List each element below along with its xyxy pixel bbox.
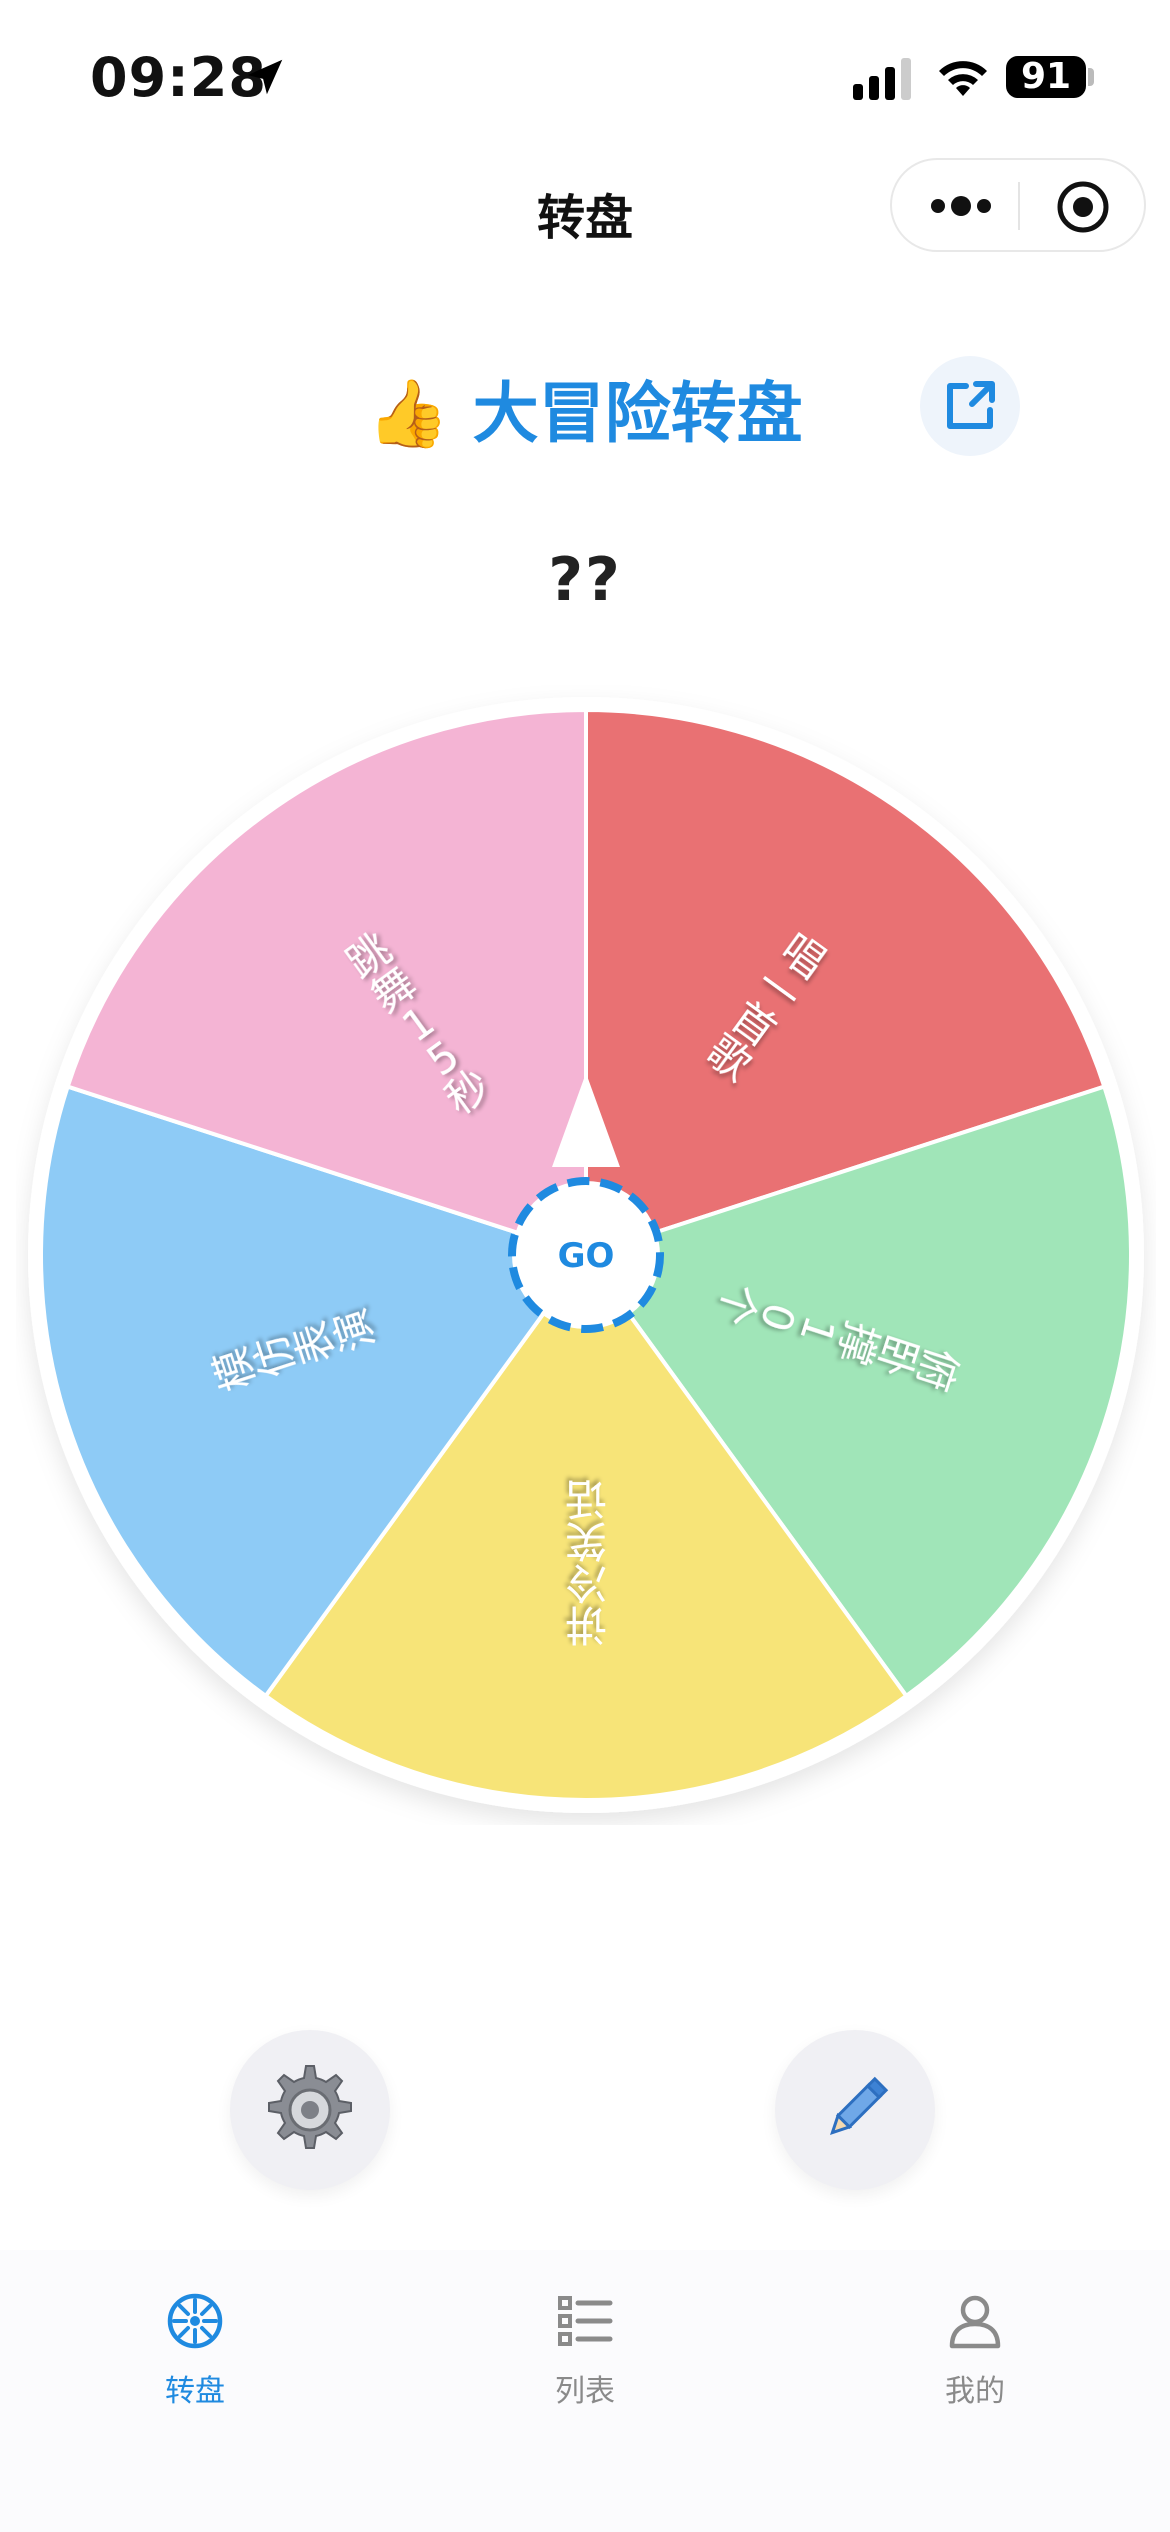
capsule-divider (1018, 182, 1020, 230)
share-icon (947, 381, 995, 429)
cellular-signal-icon (853, 58, 911, 100)
go-label: GO (558, 1236, 615, 1276)
battery-tip (1088, 68, 1094, 86)
edit-button[interactable] (775, 2030, 935, 2190)
tab-list-label: 列表 (555, 2374, 615, 2409)
settings-button[interactable] (230, 2030, 390, 2190)
close-miniprogram-icon[interactable] (1056, 180, 1110, 234)
result-text: ?? (548, 545, 622, 615)
battery-indicator: 91 (1006, 56, 1086, 98)
tab-bar: 转盘 列表 我的 (0, 2250, 1170, 2532)
user-icon (949, 2295, 1001, 2349)
tab-wheel-label: 转盘 (165, 2374, 225, 2409)
wheel-icon (167, 2293, 223, 2349)
go-button[interactable]: GO (508, 1177, 664, 1333)
more-icon[interactable] (928, 188, 994, 224)
share-button[interactable] (920, 356, 1020, 456)
wifi-icon (939, 61, 987, 96)
wheel-segment-label: 讲冷笑话 (565, 1474, 607, 1649)
gear-icon (268, 2065, 352, 2149)
tab-mine[interactable]: 我的 (780, 2290, 1170, 2430)
list-icon (558, 2296, 613, 2346)
mini-program-capsule (890, 158, 1146, 252)
location-arrow-icon (247, 59, 283, 95)
status-time: 09:28 (90, 46, 267, 109)
wheel-segment-label-text: 讲冷笑话 (565, 1474, 607, 1649)
tab-mine-label: 我的 (945, 2374, 1005, 2409)
tab-list[interactable]: 列表 (390, 2290, 780, 2430)
tab-wheel[interactable]: 转盘 (0, 2290, 390, 2430)
spin-wheel[interactable]: 唱一首歌俯卧撑10个讲冷笑话模仿表演跳舞15秒 GO (16, 685, 1156, 1825)
status-bar: 09:28 91 (0, 0, 1170, 150)
pencil-icon (830, 2076, 889, 2135)
